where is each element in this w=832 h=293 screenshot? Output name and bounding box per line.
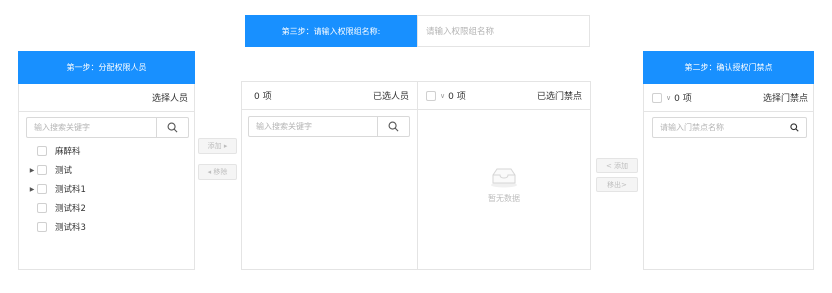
step1-title: 第一步：分配权限人员 bbox=[18, 51, 195, 84]
tree-node[interactable]: ▶ 测试 bbox=[27, 163, 72, 177]
door-search-button[interactable] bbox=[782, 123, 806, 132]
tree-checkbox[interactable] bbox=[37, 184, 47, 194]
chevron-down-icon[interactable]: ∨ bbox=[440, 92, 445, 100]
selected-people-search[interactable]: 输入搜索关键字 bbox=[248, 116, 410, 137]
caret-right-icon[interactable]: ▶ bbox=[27, 186, 37, 193]
tree-node[interactable]: 测试科2 bbox=[27, 201, 86, 215]
person-panel: 选择人员 输入搜索关键字 麻醉科 ▶ 测试 ▶ 测试科1 测试科2 测试科3 bbox=[18, 84, 195, 270]
add-person-button[interactable]: 添加 ▸ bbox=[198, 138, 237, 154]
door-select-all[interactable]: ∨ 0 项 bbox=[652, 91, 692, 104]
tree-node[interactable]: 麻醉科 bbox=[27, 144, 81, 158]
tree-checkbox[interactable] bbox=[37, 165, 47, 175]
select-all-checkbox[interactable] bbox=[652, 92, 662, 103]
tree-node-label: 测试科1 bbox=[55, 185, 86, 195]
remove-person-label: ◂ 移除 bbox=[207, 168, 228, 176]
caret-right-icon[interactable]: ▶ bbox=[27, 167, 37, 174]
tree-node[interactable]: ▶ 测试科1 bbox=[27, 182, 86, 196]
person-panel-title: 选择人员 bbox=[151, 94, 188, 104]
step2-title: 第二步：确认授权门禁点 bbox=[643, 51, 814, 84]
search-icon bbox=[789, 123, 799, 132]
add-person-label: 添加 ▸ bbox=[207, 142, 228, 150]
person-search-placeholder: 输入搜索关键字 bbox=[34, 123, 90, 132]
remove-person-button[interactable]: ◂ 移除 bbox=[198, 164, 237, 180]
door-panel-title: 选择门禁点 bbox=[762, 94, 808, 104]
door-panel: ∨ 0 项 选择门禁点 请输入门禁点名称 bbox=[643, 84, 814, 270]
selected-people-count: 0 项 bbox=[254, 92, 272, 102]
tree-node-label: 测试科2 bbox=[55, 204, 86, 214]
selected-doors-title: 已选门禁点 bbox=[536, 92, 582, 102]
person-search[interactable]: 输入搜索关键字 bbox=[26, 117, 189, 138]
door-panel-header: ∨ 0 项 选择门禁点 bbox=[644, 84, 813, 112]
person-tree: 麻醉科 ▶ 测试 ▶ 测试科1 测试科2 测试科3 bbox=[27, 144, 187, 244]
person-panel-header: 选择人员 bbox=[19, 84, 194, 112]
door-panel-count: 0 项 bbox=[674, 94, 692, 104]
selected-doors-header: ∨ 0 项 已选门禁点 bbox=[418, 82, 590, 110]
selected-people-panel: 0 项 已选人员 输入搜索关键字 bbox=[241, 81, 418, 270]
empty-text: 暂无数据 bbox=[488, 194, 520, 203]
selected-people-header: 0 项 已选人员 bbox=[242, 82, 417, 110]
door-search[interactable]: 请输入门禁点名称 bbox=[652, 117, 807, 138]
step2-title-text: 第二步：确认授权门禁点 bbox=[684, 63, 773, 72]
selected-people-title: 已选人员 bbox=[372, 92, 409, 102]
tree-node-label: 测试 bbox=[55, 166, 73, 176]
selected-people-search-placeholder: 输入搜索关键字 bbox=[256, 122, 312, 131]
tree-node-label: 麻醉科 bbox=[55, 147, 81, 157]
add-door-button[interactable]: < 添加 bbox=[596, 158, 638, 173]
tree-checkbox[interactable] bbox=[37, 222, 47, 232]
tree-node[interactable]: 测试科3 bbox=[27, 220, 86, 234]
person-search-button[interactable] bbox=[156, 118, 188, 137]
empty-state: 暂无数据 bbox=[418, 166, 590, 204]
tree-node-label: 测试科3 bbox=[55, 223, 86, 233]
remove-door-button[interactable]: 移出> bbox=[596, 177, 638, 192]
group-name-input[interactable]: 请输入权限组名称 bbox=[417, 15, 590, 47]
tree-checkbox[interactable] bbox=[37, 203, 47, 213]
step3-title-text: 第三步：请输入权限组名称: bbox=[281, 26, 381, 36]
selected-doors-panel: ∨ 0 项 已选门禁点 暂无数据 bbox=[417, 81, 591, 270]
step3-title: 第三步：请输入权限组名称: bbox=[245, 15, 417, 47]
chevron-down-icon[interactable]: ∨ bbox=[666, 94, 671, 102]
selected-doors-select-all[interactable]: ∨ 0 项 bbox=[426, 89, 466, 102]
selected-doors-count: 0 项 bbox=[448, 92, 466, 102]
remove-door-label: 移出> bbox=[607, 180, 627, 189]
step1-title-text: 第一步：分配权限人员 bbox=[66, 63, 147, 72]
add-door-label: < 添加 bbox=[605, 161, 629, 170]
search-icon bbox=[167, 122, 178, 133]
tree-checkbox[interactable] bbox=[37, 146, 47, 156]
empty-inbox-icon bbox=[491, 168, 517, 188]
selected-people-search-button[interactable] bbox=[377, 117, 409, 136]
search-icon bbox=[388, 121, 399, 132]
group-name-placeholder: 请输入权限组名称 bbox=[426, 27, 495, 37]
select-all-checkbox[interactable] bbox=[426, 90, 436, 101]
door-search-placeholder: 请输入门禁点名称 bbox=[660, 123, 724, 132]
